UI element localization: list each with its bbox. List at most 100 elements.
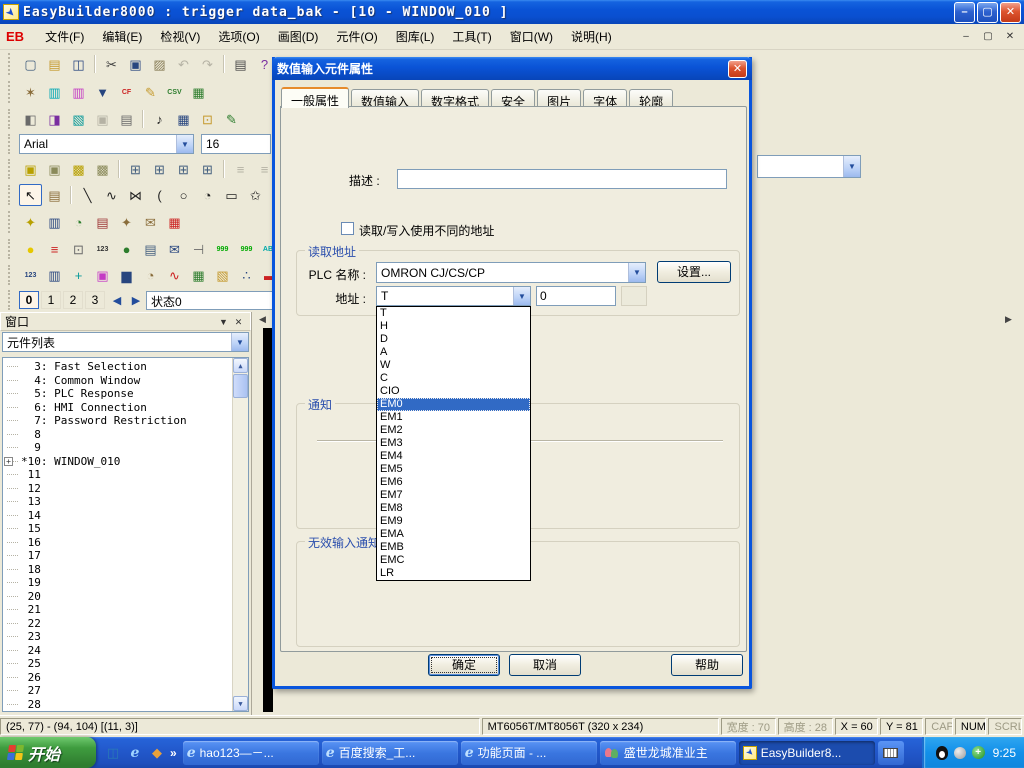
library-icon[interactable]: ▣ [91,108,114,130]
undo-icon[interactable]: ↶ [172,53,195,75]
font-name-combo[interactable]: Arial ▼ [19,134,194,154]
state-1-button[interactable]: 1 [41,291,61,309]
tree-item[interactable]: 26 [3,671,231,685]
address-type-option[interactable]: EM0 [377,398,530,411]
qq-tray-icon[interactable] [936,746,948,760]
chevron-down-icon[interactable]: ▼ [513,287,530,305]
tree-item[interactable]: 14 [3,509,231,523]
bit-lamp-icon[interactable]: ● [19,238,42,260]
bring-front-icon[interactable]: ▩ [67,158,90,180]
messenger-icon[interactable]: ◫ [104,744,122,762]
paste-icon[interactable]: ▨ [148,53,171,75]
dialog-tab[interactable]: 一般属性 [281,87,349,108]
help-button[interactable]: 帮助 [671,654,743,676]
tree-item[interactable]: 9 [3,441,231,455]
move-icon[interactable]: + [67,264,90,286]
font-size-combo[interactable]: 16 [201,134,271,154]
msn-icon[interactable]: ◆ [148,744,166,762]
tree-item[interactable]: 28 [3,698,231,712]
different-address-checkbox[interactable] [341,222,354,235]
taskbar-button[interactable]: ehao123—－... [183,741,319,765]
mail-edit-icon[interactable]: ✉ [163,238,186,260]
toggle-switch-icon[interactable]: ⊡ [67,238,90,260]
key-icon[interactable]: ✦ [115,211,138,233]
select-arrow-icon[interactable]: ↖ [19,184,42,206]
tree-item[interactable]: 5: PLC Response [3,387,231,401]
tree-item[interactable]: 19 [3,576,231,590]
state-3-button[interactable]: 3 [85,291,105,309]
start-button[interactable]: 开始 [0,737,96,768]
bezier-icon[interactable]: ∿ [100,184,123,206]
ie-icon[interactable]: e [126,744,144,762]
menu-item[interactable]: 文件(F) [36,25,93,48]
tree-item[interactable]: 24 [3,644,231,658]
tree-scrollbar[interactable]: ▲ ▼ [232,358,248,711]
grid-window-icon[interactable]: ▦ [172,108,195,130]
address-type-option[interactable]: EMC [377,554,530,567]
address-type-option[interactable]: T [377,307,530,320]
align-right-icon[interactable]: ⊞ [196,158,219,180]
align-left-icon[interactable]: ⊞ [172,158,195,180]
window-number-combo[interactable]: ▼ [757,155,861,178]
new-icon[interactable]: ▢ [19,53,42,75]
numeric-input-icon[interactable]: 123 [91,238,114,260]
mdi-close-button[interactable]: ✕ [1002,30,1018,44]
line-icon[interactable]: ╲ [76,184,99,206]
group-icon[interactable]: ▣ [19,158,42,180]
mail-icon[interactable]: ✉ [139,211,162,233]
cabinet-icon[interactable]: ▤ [115,108,138,130]
address-type-option[interactable]: EM3 [377,437,530,450]
slider-icon[interactable]: ⊣ [187,238,210,260]
trend-icon[interactable]: ∿ [163,264,186,286]
menu-item[interactable]: 画图(D) [269,25,328,48]
description-input[interactable] [397,169,727,189]
ok-button[interactable]: 确定 [428,654,500,676]
address-type-option[interactable]: EM8 [377,502,530,515]
tree-item-window-10[interactable]: +*10: WINDOW_010 [3,455,231,469]
chevron-down-icon[interactable]: ▼ [628,263,645,282]
close-button[interactable]: ✕ [1000,2,1021,23]
online-simulation-icon[interactable]: ▥ [43,81,66,103]
dialog-close-button[interactable]: ✕ [728,60,747,78]
tree-item[interactable]: 20 [3,590,231,604]
address-type-option[interactable]: EM5 [377,463,530,476]
numeric-display-icon[interactable]: 123 [19,264,42,286]
open-icon[interactable]: ▤ [43,53,66,75]
history-table-icon[interactable]: ▦ [187,264,210,286]
mdi-minimize-button[interactable]: – [958,30,974,44]
timer-icon[interactable]: ◔ [67,211,90,233]
address-type-option[interactable]: EMA [377,528,530,541]
address-type-option[interactable]: H [377,320,530,333]
element-list-combo[interactable]: 元件列表 ▼ [2,332,249,352]
state-2-button[interactable]: 2 [63,291,83,309]
address-type-option[interactable]: EM9 [377,515,530,528]
tree-item[interactable]: 16 [3,536,231,550]
import-library-icon[interactable]: ◨ [43,108,66,130]
prev-state-button[interactable]: ◀ [108,291,126,309]
flow-block-icon[interactable]: ▣ [91,264,114,286]
print-icon[interactable]: ▤ [229,53,252,75]
redo-icon[interactable]: ↷ [196,53,219,75]
volume-tray-icon[interactable] [954,747,966,759]
mdi-restore-button[interactable]: ▢ [980,30,996,44]
picture-view-icon[interactable]: ▧ [211,264,234,286]
ime-keyboard-button[interactable] [878,741,904,765]
recipe-table-icon[interactable]: ▦ [187,81,210,103]
ascii-display-icon[interactable]: ▥ [43,264,66,286]
scatter-icon[interactable]: ∴ [235,264,258,286]
state-0-button[interactable]: 0 [19,291,39,309]
tree-item[interactable]: 13 [3,495,231,509]
minimize-button[interactable]: – [954,2,975,23]
chevron-down-icon[interactable]: ▼ [231,333,248,351]
picture-icon[interactable]: ▧ [67,108,90,130]
taskbar-button[interactable]: ➤EasyBuilder8... [739,741,875,765]
object-properties-icon[interactable]: ▤ [43,184,66,206]
bar-graph-icon[interactable]: ▆ [115,264,138,286]
scroll-down-icon[interactable]: ▼ [233,696,248,711]
menu-item[interactable]: 检视(V) [151,25,209,48]
menu-item[interactable]: 编辑(E) [93,25,151,48]
scroll-right-icon[interactable]: ▶ [1002,312,1015,327]
clipboard-clock-icon[interactable]: ▤ [91,211,114,233]
rect-icon[interactable]: ▭ [220,184,243,206]
taskbar-button[interactable]: 盛世龙城准业主 [600,741,736,765]
